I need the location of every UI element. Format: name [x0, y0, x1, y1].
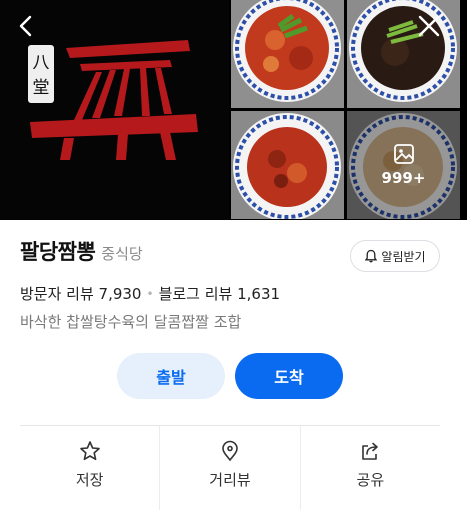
place-description: 바삭한 찹쌀탕수육의 달콤짭짤 조합 [20, 313, 242, 331]
svg-text:堂: 堂 [33, 78, 50, 98]
street-view-label: 거리뷰 [209, 471, 251, 489]
visitor-review-link[interactable]: 방문자 리뷰 7,930 [20, 283, 141, 304]
bell-icon [365, 249, 378, 263]
map-pin-icon [222, 440, 238, 462]
photo-gallery[interactable]: 八 堂 999+ [0, 0, 467, 220]
action-bar: 저장 거리뷰 공유 [20, 426, 440, 510]
food-photo-3[interactable] [231, 111, 344, 219]
depart-button[interactable]: 출발 [117, 353, 225, 399]
arrive-button[interactable]: 도착 [235, 353, 343, 399]
close-icon [418, 15, 440, 37]
close-button[interactable] [411, 8, 447, 44]
star-icon [79, 441, 100, 461]
alarm-label: 알림받기 [381, 249, 426, 264]
back-button[interactable] [8, 8, 44, 44]
place-title-row: 팔당짬뽕 중식당 [20, 236, 143, 266]
food-photo-1[interactable] [231, 0, 344, 108]
share-label: 공유 [356, 471, 385, 489]
save-label: 저장 [75, 471, 104, 489]
place-name: 팔당짬뽕 [20, 240, 96, 264]
jjamppong-photo [231, 0, 344, 108]
blog-review-link[interactable]: 블로그 리뷰 1,631 [159, 283, 280, 304]
share-icon [362, 442, 379, 460]
svg-text:八: 八 [33, 53, 50, 73]
image-icon [393, 144, 414, 164]
share-button[interactable]: 공유 [299, 426, 440, 510]
review-summary: 방문자 리뷰 7,930 • 블로그 리뷰 1,631 [20, 283, 280, 304]
spicy-stirfry-photo [231, 111, 344, 219]
save-button[interactable]: 저장 [20, 426, 159, 510]
street-view-button[interactable]: 거리뷰 [159, 426, 299, 510]
place-category: 중식당 [101, 245, 143, 263]
more-photos-count: 999+ [381, 169, 426, 187]
alarm-button[interactable]: 알림받기 [350, 240, 440, 272]
food-photo-4[interactable]: 999+ [347, 111, 460, 219]
separator-dot: • [146, 286, 154, 301]
more-photos-overlay[interactable]: 999+ [347, 111, 460, 219]
chevron-left-icon [19, 15, 32, 37]
